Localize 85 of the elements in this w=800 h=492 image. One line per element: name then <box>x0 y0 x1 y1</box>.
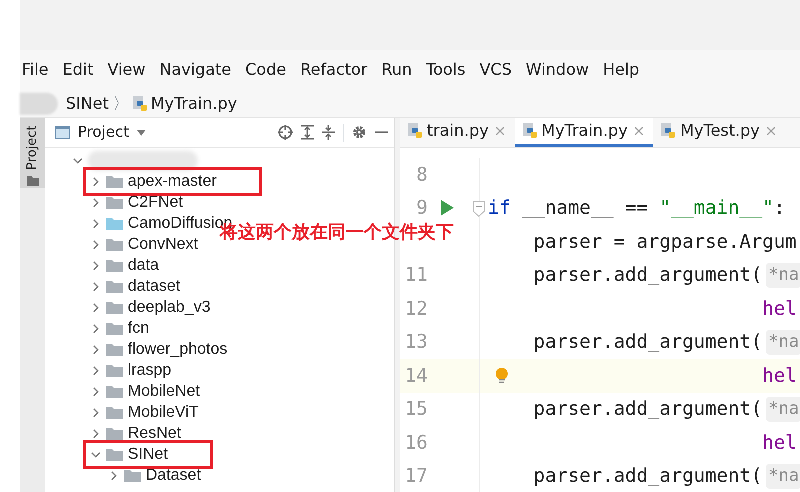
folder-name[interactable]: C2FNet <box>128 190 184 214</box>
breadcrumb-item[interactable]: SINet <box>66 92 109 116</box>
chevron-down-icon[interactable] <box>91 450 101 460</box>
chevron-right-icon[interactable] <box>91 176 101 186</box>
menu-item[interactable]: VCS <box>480 58 512 82</box>
folder-name[interactable]: apex-master <box>128 170 217 194</box>
chevron-right-icon[interactable] <box>91 302 101 312</box>
parameter-hint: *na <box>766 396 800 422</box>
chevron-right-icon[interactable] <box>91 218 101 228</box>
chevron-right-icon[interactable] <box>91 366 101 376</box>
python-file-icon <box>132 96 147 112</box>
menu-item[interactable]: View <box>108 58 146 82</box>
line-number: 17 <box>404 464 428 489</box>
code-text: parser = argparse.Argum <box>534 230 797 254</box>
editor-tab[interactable]: MyTrain.py × <box>514 118 654 147</box>
menu-item[interactable]: Help <box>603 58 640 82</box>
code-text: hel <box>762 364 797 388</box>
code-text: parser.add_argument( <box>534 397 763 422</box>
menu-item[interactable]: Edit <box>62 58 94 82</box>
folder-name[interactable]: ConvNext <box>128 232 198 256</box>
run-icon[interactable] <box>440 200 454 216</box>
line-number: 16 <box>404 430 428 456</box>
folder-name[interactable]: dataset <box>128 274 180 298</box>
menu-item[interactable]: Window <box>526 58 590 82</box>
chevron-right-icon[interactable] <box>91 324 101 334</box>
expand-all-icon[interactable] <box>301 125 314 140</box>
python-file-icon <box>661 123 676 139</box>
folder-name[interactable]: MobileViT <box>128 400 199 424</box>
parameter-hint: *na <box>766 262 800 288</box>
chevron-right-icon[interactable] <box>91 344 101 354</box>
folder-name[interactable]: flower_photos <box>128 338 228 362</box>
menu-item[interactable]: Navigate <box>160 58 232 82</box>
panel-title[interactable]: Project <box>78 121 130 144</box>
chevron-right-icon[interactable] <box>91 198 101 208</box>
chevron-right-icon[interactable] <box>91 428 101 438</box>
locate-icon[interactable] <box>278 125 293 140</box>
breadcrumb-separator: 〉 <box>112 92 129 114</box>
python-file-icon <box>408 123 422 139</box>
menu-item[interactable]: Code <box>246 58 286 82</box>
folder-name[interactable]: lraspp <box>128 358 172 382</box>
parameter-hint: *na <box>766 330 800 355</box>
python-file-icon <box>522 123 537 139</box>
line-number: 13 <box>404 330 428 355</box>
chevron-right-icon[interactable] <box>91 408 101 418</box>
code-text: hel <box>762 430 797 456</box>
code-text: parser.add_argument( <box>534 263 763 288</box>
folder-name[interactable]: ResNet <box>128 422 182 446</box>
line-number: 12 <box>404 296 428 322</box>
side-tool-tab[interactable]: Project <box>20 118 45 188</box>
chevron-right-icon[interactable] <box>91 260 101 270</box>
folder-icon <box>26 176 38 186</box>
menu-item[interactable]: Refactor <box>300 58 368 82</box>
window-icon <box>55 126 70 139</box>
editor-tab[interactable]: train.py × <box>400 118 515 147</box>
breadcrumb-item[interactable]: MyTrain.py <box>150 92 238 116</box>
chevron-right-icon[interactable] <box>91 386 101 396</box>
code-text: parser.add_argument( <box>534 464 763 489</box>
parameter-hint: *na <box>766 464 800 489</box>
chevron-right-icon[interactable] <box>109 470 119 480</box>
code-text: if __name__ == "__main__": <box>488 196 786 221</box>
line-number: 14 <box>404 364 428 388</box>
folder-name[interactable]: deeplab_v3 <box>128 296 211 320</box>
line-number: 8 <box>416 162 428 188</box>
folder-name[interactable]: Dataset <box>146 464 202 488</box>
settings-icon[interactable] <box>352 125 367 140</box>
chevron-down-icon[interactable] <box>73 156 83 166</box>
code-text: hel <box>762 296 797 322</box>
folder-name[interactable]: SINet <box>128 442 168 466</box>
fold-marker-icon[interactable] <box>473 200 485 216</box>
chevron-right-icon[interactable] <box>91 240 101 250</box>
line-number: 9 <box>416 196 428 221</box>
collapse-all-icon[interactable] <box>322 125 335 140</box>
line-number: 11 <box>404 263 428 288</box>
editor-tab[interactable]: MyTest.py × <box>653 118 786 147</box>
folder-name[interactable]: fcn <box>128 316 150 340</box>
chevron-right-icon[interactable] <box>91 282 101 292</box>
dropdown-caret-icon[interactable] <box>137 130 146 136</box>
menu-item[interactable]: File <box>22 58 49 82</box>
folder-name[interactable]: MobileNet <box>128 380 200 404</box>
line-number: 15 <box>404 397 428 422</box>
menu-item[interactable]: Run <box>382 58 412 82</box>
menu-item[interactable]: Tools <box>426 58 466 82</box>
lightbulb-icon[interactable] <box>496 368 508 384</box>
code-text: parser.add_argument( <box>534 330 763 355</box>
folder-name[interactable]: data <box>128 254 160 278</box>
